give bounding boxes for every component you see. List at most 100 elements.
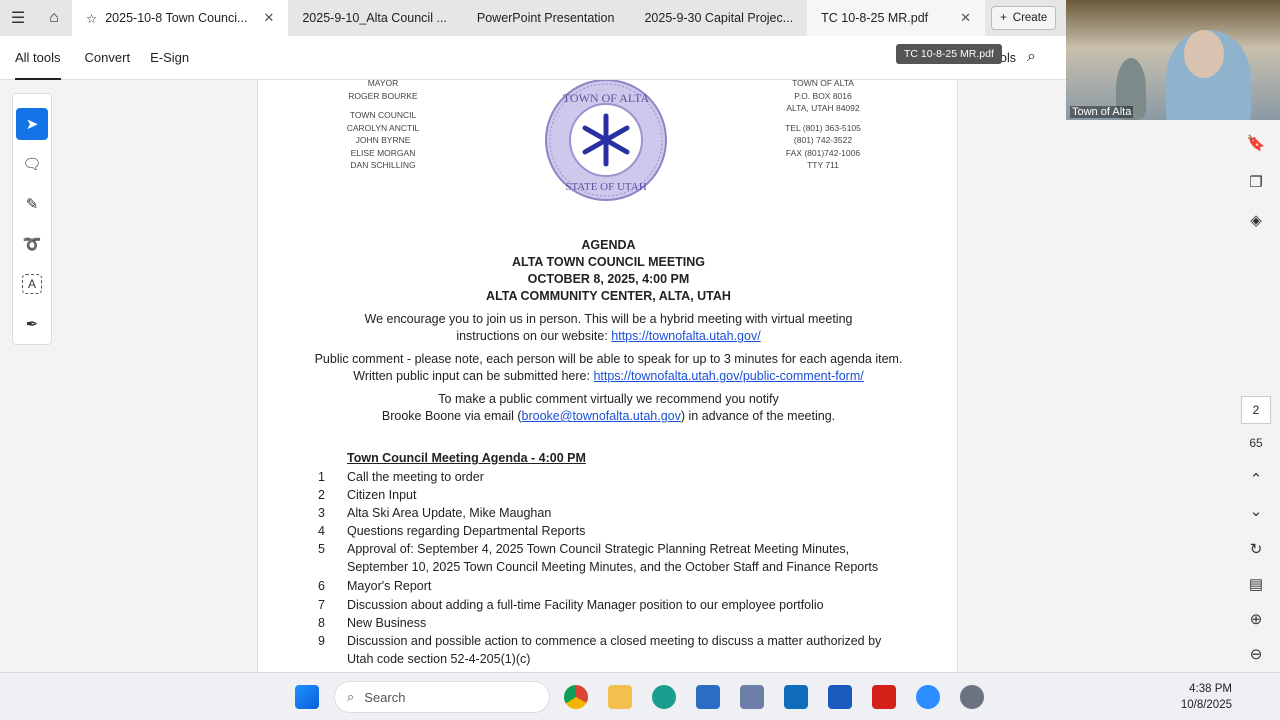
tools-button[interactable]: ols: [1000, 51, 1016, 65]
comment-icon[interactable]: 🗨: [16, 148, 48, 180]
email-link[interactable]: brooke@townofalta.utah.gov: [522, 409, 681, 423]
date: 10/8/2025: [1180, 699, 1232, 711]
tab-bar: ☰ ⌂ ☆ 2025-10-8 Town Counci... ✕ 2025-9-10…: [0, 0, 1066, 36]
agenda-title: AGENDA ALTA TOWN COUNCIL MEETING OCTOBER…: [258, 237, 957, 305]
agenda-item: 9 Discussion and possible action to comme…: [318, 632, 892, 668]
title-line: ALTA TOWN COUNCIL MEETING: [511, 255, 706, 269]
file-explorer-icon[interactable]: [608, 685, 632, 709]
hdr-line: FAX (801)742-1006: [785, 147, 861, 158]
tab-label: 2025-10-8 Town Counci...: [105, 11, 248, 25]
taskbar: ⌕ Search 4:38 PM 10/8/2025: [0, 672, 1280, 720]
zoom-out-icon[interactable]: ⊖: [1246, 645, 1266, 663]
left-letterhead: MAYOR ROGER BOURKE TOWN COUNCIL CAROLYN …: [328, 80, 438, 172]
video-label: Town of Alta: [1070, 106, 1134, 118]
item-text: New Business: [347, 616, 427, 630]
close-icon[interactable]: ✕: [263, 10, 274, 26]
close-icon[interactable]: ✕: [960, 10, 971, 26]
convert-tab[interactable]: Convert: [85, 36, 131, 80]
esign-tab[interactable]: E-Sign: [150, 36, 189, 80]
chevron-up-icon[interactable]: ⌃: [1246, 470, 1266, 488]
store-icon[interactable]: [696, 685, 720, 709]
item-number: 5: [318, 542, 325, 556]
select-cursor-icon[interactable]: ➤: [16, 108, 48, 140]
zoom-in-icon[interactable]: ⊕: [1246, 610, 1266, 628]
hdr-line: TTY 711: [807, 160, 839, 170]
app-icon[interactable]: [740, 685, 764, 709]
title-line: OCTOBER 8, 2025, 4:00 PM: [527, 272, 690, 286]
settings-icon[interactable]: [960, 685, 984, 709]
tab-5[interactable]: TC 10-8-25 MR.pdf ✕: [807, 0, 986, 36]
highlight-pen-icon[interactable]: ✎: [16, 188, 48, 220]
item-number: 4: [318, 524, 325, 538]
outlook-icon[interactable]: [784, 685, 808, 709]
fit-page-icon[interactable]: ▤: [1246, 575, 1266, 593]
agenda-heading: Town Council Meeting Agenda - 4:00 PM: [347, 451, 586, 465]
page-total: 65: [1249, 436, 1263, 450]
draw-lasso-icon[interactable]: ➰: [16, 228, 48, 260]
tab-3[interactable]: PowerPoint Presentation: [461, 0, 631, 36]
agenda-list: Town Council Meeting Agenda - 4:00 PM 1 C…: [318, 449, 892, 672]
time: 4:38 PM: [1189, 683, 1232, 695]
item-number: 9: [318, 634, 325, 648]
quick-tools-rail: ➤ 🗨 ✎ ➰ A ✒: [12, 93, 52, 345]
sign-pen-icon[interactable]: ✒: [16, 308, 48, 340]
public-comment-link[interactable]: https://townofalta.utah.gov/public-comme…: [593, 369, 863, 383]
rotate-icon[interactable]: ↻: [1246, 540, 1266, 558]
paragraph-public-comment: Public comment - please note, each perso…: [258, 351, 957, 385]
agenda-item: 5 Approval of: September 4, 2025 Town Cou…: [318, 540, 892, 576]
item-text: Discussion and possible action to commen…: [347, 634, 882, 666]
website-link[interactable]: https://townofalta.utah.gov/: [611, 329, 760, 343]
text: Written public input can be submitted he…: [353, 369, 594, 383]
pages-icon[interactable]: ❐: [1246, 173, 1266, 191]
acrobat-icon[interactable]: [872, 685, 896, 709]
edge-icon[interactable]: [652, 685, 676, 709]
pdf-page: MAYOR ROGER BOURKE TOWN COUNCIL CAROLYN …: [257, 80, 958, 672]
tab-4[interactable]: 2025-9-30 Capital Projec...: [630, 0, 807, 36]
layers-icon[interactable]: ◈: [1246, 211, 1266, 229]
item-text: Citizen Input: [347, 488, 417, 502]
all-tools-tab[interactable]: All tools: [15, 36, 61, 80]
text: To make a public comment virtually we re…: [438, 392, 779, 406]
hdr-line: P.O. BOX 8016: [794, 90, 852, 101]
home-icon[interactable]: ⌂: [36, 0, 72, 36]
hdr-line: TOWN OF ALTA: [792, 80, 854, 88]
search-icon[interactable]: ⌕: [1027, 48, 1036, 66]
chevron-down-icon[interactable]: ⌄: [1246, 502, 1266, 520]
paragraph-hybrid: We encourage you to join us in person. T…: [258, 311, 957, 345]
zoom-app-icon[interactable]: [916, 685, 940, 709]
page-number-input[interactable]: 2: [1241, 396, 1271, 424]
text: ) in advance of the meeting.: [680, 409, 836, 423]
hdr-line: JOHN BYRNE: [355, 135, 411, 145]
item-number: 1: [318, 470, 325, 484]
clock[interactable]: 4:38 PM 10/8/2025: [1181, 681, 1232, 713]
agenda-item: 2 Citizen Input: [318, 486, 892, 504]
tab-label: TC 10-8-25 MR.pdf: [821, 11, 929, 25]
windows-start-icon[interactable]: [295, 685, 319, 709]
hdr-line: MAYOR: [367, 80, 399, 88]
hdr-line: ELISE MORGAN: [350, 147, 416, 158]
hdr-line: CAROLYN ANCTIL: [346, 122, 420, 133]
agenda-item: 4 Questions regarding Departmental Report…: [318, 522, 892, 540]
text-box-icon[interactable]: A: [22, 274, 42, 294]
agenda-item: 8 New Business: [318, 614, 892, 632]
hdr-line: ALTA, UTAH 84092: [786, 103, 860, 113]
tab-1[interactable]: ☆ 2025-10-8 Town Counci... ✕: [72, 0, 289, 36]
video-thumbnail[interactable]: Town of Alta: [1066, 0, 1280, 120]
text: We encourage you to join us in person. T…: [364, 312, 853, 326]
item-text: Mayor's Report: [347, 579, 432, 593]
agenda-item: 6 Mayor's Report: [318, 577, 892, 595]
bookmark-icon[interactable]: 🔖: [1246, 134, 1266, 152]
taskbar-search[interactable]: ⌕ Search: [334, 681, 550, 713]
create-button[interactable]: + Create: [991, 6, 1057, 30]
agenda-item: 3 Alta Ski Area Update, Mike Maughan: [318, 504, 892, 522]
search-label: Search: [364, 689, 406, 705]
chrome-icon[interactable]: [564, 685, 588, 709]
right-letterhead: TOWN OF ALTA P.O. BOX 8016 ALTA, UTAH 84…: [768, 80, 878, 172]
title-line: AGENDA: [581, 238, 636, 252]
menu-icon[interactable]: ☰: [0, 0, 36, 36]
star-icon[interactable]: ☆: [86, 11, 97, 26]
item-text: Questions regarding Departmental Reports: [347, 524, 586, 538]
word-icon[interactable]: [828, 685, 852, 709]
hdr-line: DAN SCHILLING: [350, 160, 416, 170]
tab-2[interactable]: 2025-9-10_Alta Council ...: [288, 0, 461, 36]
